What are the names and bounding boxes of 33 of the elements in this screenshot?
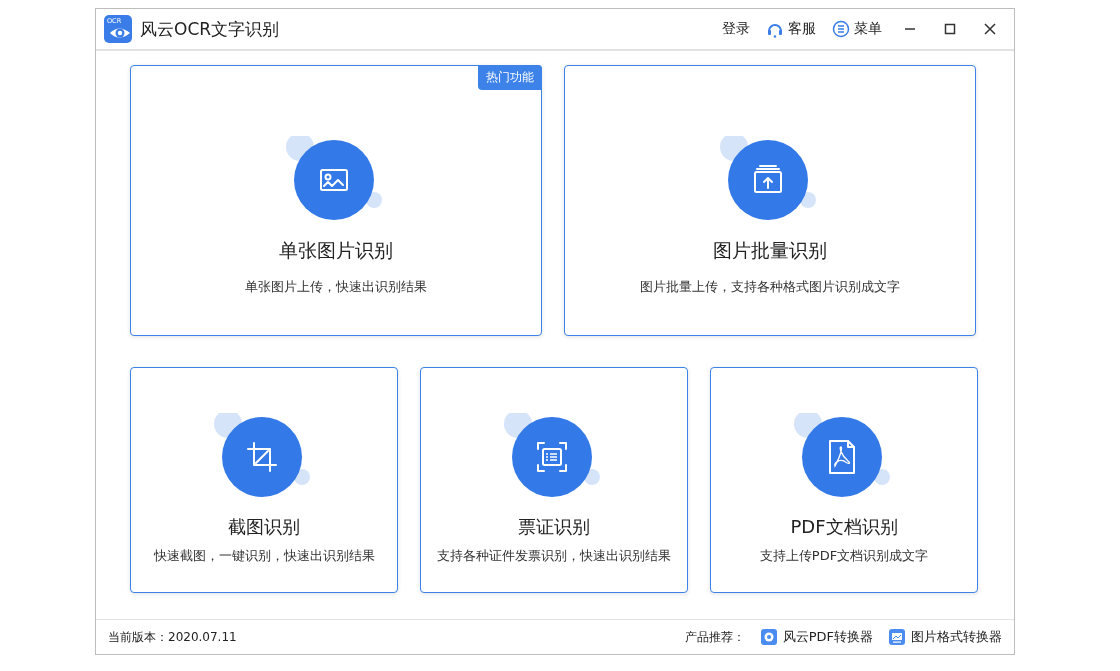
card-description: 快速截图，一键识别，快速出识别结果 — [153, 547, 375, 565]
card-title: 单张图片识别 — [279, 238, 393, 263]
menu-icon — [832, 20, 850, 38]
window-title: 风云OCR文字识别 — [140, 17, 281, 41]
product-link[interactable]: 图片格式转换器 — [889, 628, 1002, 646]
upload-icon — [754, 165, 782, 193]
card-description: 单张图片上传，快速出识别结果 — [245, 278, 427, 296]
feature-card[interactable]: 截图识别 快速截图，一键识别，快速出识别结果 — [130, 367, 398, 593]
maximize-icon — [943, 22, 957, 36]
header-menu-button[interactable]: 菜单 — [828, 20, 886, 38]
crop-icon — [247, 442, 277, 472]
close-icon — [983, 22, 997, 36]
header-login-button[interactable]: 登录 — [718, 20, 754, 38]
card-title: PDF文档识别 — [790, 515, 898, 539]
card-description: 支持上传PDF文档识别成文字 — [759, 547, 929, 565]
feature-card[interactable]: PDF文档识别 支持上传PDF文档识别成文字 — [710, 367, 978, 593]
pdf-file-icon — [829, 440, 855, 474]
header-service-button[interactable]: 客服 — [762, 20, 820, 38]
image-app-icon — [889, 629, 905, 645]
card-title: 票证识别 — [518, 515, 590, 539]
card-title: 图片批量识别 — [713, 238, 827, 263]
hot-badge: 热门功能 — [478, 65, 542, 90]
card-description: 图片批量上传，支持各种格式图片识别成文字 — [640, 278, 900, 296]
feature-card[interactable]: 单张图片识别 单张图片上传，快速出识别结果 热门功能 — [130, 65, 542, 336]
card-title: 截图识别 — [228, 515, 300, 539]
scan-icon — [537, 442, 567, 472]
version-text: 当前版本：2020.07.11 — [108, 628, 238, 646]
product-link[interactable]: 风云PDF转换器 — [760, 628, 873, 646]
image-icon — [320, 169, 348, 191]
feature-card[interactable]: 票证识别 支持各种证件发票识别，快速出识别结果 — [420, 367, 688, 593]
recommend-label: 产品推荐： — [684, 628, 745, 646]
card-description: 支持各种证件发票识别，快速出识别结果 — [437, 547, 671, 565]
feature-card[interactable]: 图片批量识别 图片批量上传，支持各种格式图片识别成文字 — [564, 65, 976, 336]
